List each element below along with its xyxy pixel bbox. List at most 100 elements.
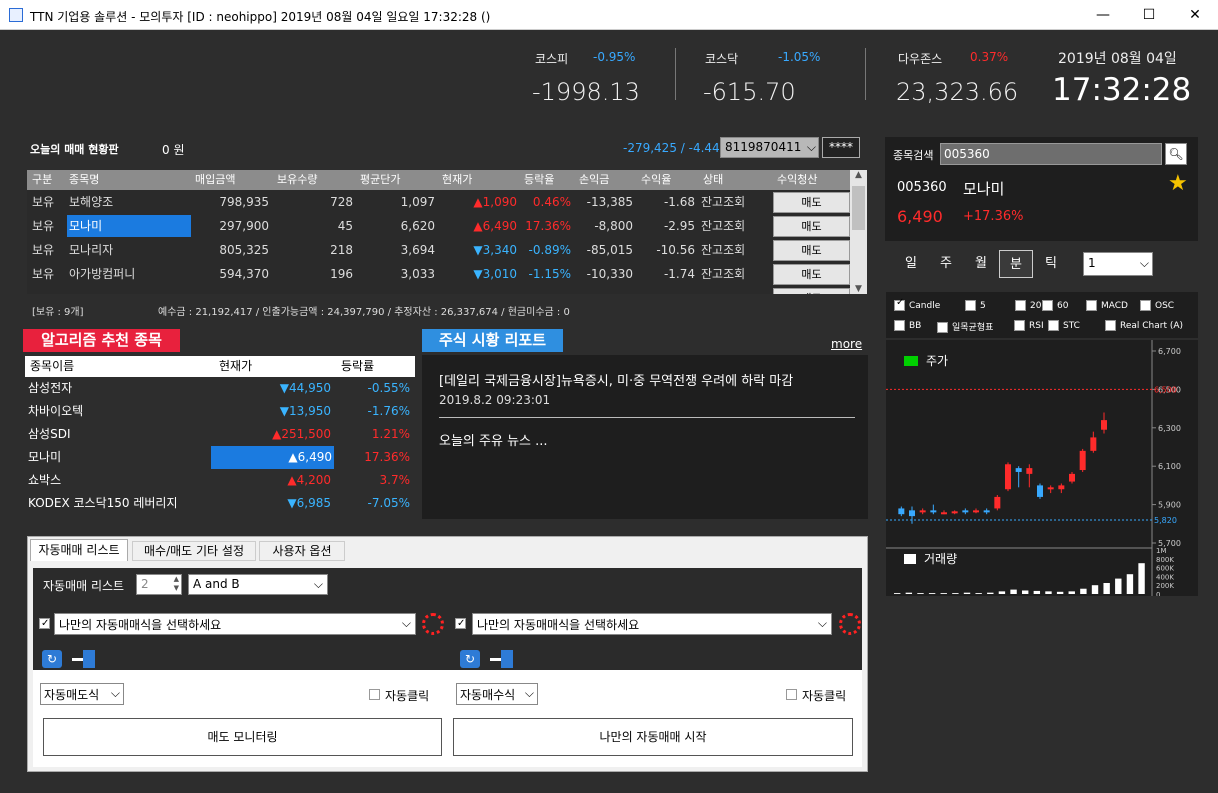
chevron-down-icon: ⌵	[1139, 256, 1149, 270]
gear-icon[interactable]	[422, 613, 444, 635]
indicator-checkbox[interactable]	[1140, 300, 1151, 311]
buy-mode-select[interactable]: 자동매수식 ⌵	[456, 683, 538, 705]
indicator-option[interactable]: Candle	[894, 300, 940, 311]
combine-select[interactable]: A and B ⌵	[188, 574, 328, 595]
refresh-icon[interactable]: ↻	[42, 650, 62, 668]
indicator-option[interactable]: 5	[965, 300, 986, 311]
report-headline[interactable]: [데일리 국제금융시장]뉴욕증시, 미·중 무역전쟁 우려에 하락 마감	[439, 370, 793, 389]
sell-monitoring-button[interactable]: 매도 모니터링	[43, 718, 442, 756]
indicator-checkbox[interactable]	[937, 322, 948, 333]
slider-handle[interactable]	[501, 650, 513, 668]
scroll-thumb[interactable]	[852, 186, 865, 230]
indicator-option[interactable]: STC	[1048, 320, 1080, 331]
kosdaq-change: -1.05%	[778, 50, 821, 64]
sell-mode-select[interactable]: 자동매도식 ⌵	[40, 683, 124, 705]
price-chart-svg[interactable]: 6,7006,5006,3006,1005,9005,7006,5005,820…	[886, 340, 1198, 599]
scroll-up-icon[interactable]: ▲	[850, 170, 867, 180]
account-select[interactable]: 8119870411 ⌵	[720, 137, 819, 158]
tab-user-options[interactable]: 사용자 옵션	[259, 541, 345, 561]
indicator-checkbox[interactable]	[1042, 300, 1053, 311]
interval-select[interactable]: 1 ⌵	[1083, 252, 1153, 276]
table-row[interactable]: 매도	[27, 286, 850, 294]
table-row[interactable]: 보유 모나리자 805,325 218 3,694 ▼3,340 -0.89% -85,015…	[27, 238, 850, 262]
account-summary: 예수금 : 21,192,417 / 인출가능금액 : 24,397,790 /…	[158, 307, 570, 318]
minimize-button[interactable]: —	[1080, 0, 1126, 30]
star-icon[interactable]: ★	[1168, 171, 1188, 196]
table-row[interactable]: 보유 보해양조 798,935 728 1,097 ▲1,090 0.46% -13,385 -…	[27, 190, 850, 214]
more-link[interactable]: more	[831, 337, 862, 351]
list-item[interactable]: 모나미 ▲6,490 17.36%	[25, 446, 415, 469]
indicator-label: BB	[909, 321, 922, 331]
period-tab[interactable]: 월	[964, 250, 998, 278]
indicator-option[interactable]: 60	[1042, 300, 1068, 311]
right-strategy-checkbox[interactable]	[455, 618, 466, 629]
close-button[interactable]: ✕	[1172, 0, 1218, 30]
indicator-checkbox[interactable]	[1015, 300, 1026, 311]
indicator-option[interactable]: RSI	[1014, 320, 1044, 331]
sell-button[interactable]: 매도	[773, 264, 850, 285]
count-stepper[interactable]: 2 ▲ ▼	[136, 574, 182, 595]
scroll-down-icon[interactable]: ▼	[850, 284, 867, 294]
tab-buy-sell-settings[interactable]: 매수/매도 기타 설정	[132, 541, 256, 561]
stepper-icon[interactable]: ▲ ▼	[174, 575, 179, 593]
indicator-checkbox[interactable]	[965, 300, 976, 311]
slider-handle[interactable]	[83, 650, 95, 668]
indicator-option[interactable]: 20	[1015, 300, 1041, 311]
period-tab[interactable]: 틱	[1034, 250, 1068, 278]
list-item[interactable]: 차바이오텍 ▼13,950 -1.76%	[25, 400, 415, 423]
kosdaq-value: -615.70	[703, 78, 796, 106]
right-strategy-select[interactable]: 나만의 자동매매식을 선택하세요 ⌵	[472, 613, 832, 635]
left-auto-click-checkbox[interactable]	[369, 689, 380, 700]
refresh-icon[interactable]: ↻	[460, 650, 480, 668]
stock-name: 모나미	[963, 180, 1005, 198]
board-title: 오늘의 매매 현황판	[30, 143, 119, 156]
indicator-checkbox[interactable]	[894, 320, 905, 331]
volume-bar	[998, 591, 1006, 594]
news-text[interactable]: 오늘의 주유 뉴스 ...	[439, 430, 548, 449]
indicator-checkbox[interactable]	[1048, 320, 1059, 331]
list-item[interactable]: KODEX 코스닥150 레버리지 ▼6,985 -7.05%	[25, 492, 415, 515]
algo-price: ▼44,950	[279, 381, 331, 395]
search-icon[interactable]: 🔍︎	[1165, 143, 1187, 165]
candle-body	[1015, 468, 1022, 472]
board-scrollbar[interactable]: ▲ ▼	[850, 170, 867, 294]
price-chart: 6,700 6,500 6,300 6,100 5,900 5,700 6,500 5,820…	[886, 340, 1198, 599]
table-row[interactable]: 보유 아가방컴퍼니 594,370 196 3,033 ▼3,010 -1.15% -10,3…	[27, 262, 850, 286]
password-field[interactable]: ****	[822, 137, 860, 158]
cell-buy: 798,935	[219, 195, 269, 209]
sell-button[interactable]: 매도	[773, 288, 850, 294]
left-strategy-checkbox[interactable]	[39, 618, 50, 629]
start-auto-trade-button[interactable]: 나만의 자동매매 시작	[453, 718, 853, 756]
sell-button[interactable]: 매도	[773, 216, 850, 237]
indicator-option[interactable]: BB	[894, 320, 921, 331]
sell-button[interactable]: 매도	[773, 192, 850, 213]
left-strategy-select[interactable]: 나만의 자동매매식을 선택하세요 ⌵	[54, 613, 416, 635]
period-tab[interactable]: 주	[929, 250, 963, 278]
cell-avg: 3,033	[400, 267, 435, 281]
indicator-checkbox[interactable]	[1086, 300, 1097, 311]
cell-status: 잔고조회	[701, 195, 746, 209]
auto-trade-panel: 자동매매 리스트 매수/매도 기타 설정 사용자 옵션 자동매매 리스트 2 ▲…	[27, 536, 868, 772]
indicator-option[interactable]: 일목균형표	[937, 320, 993, 333]
list-item[interactable]: 삼성SDI ▲251,500 1.21%	[25, 423, 415, 446]
indicator-option[interactable]: MACD	[1086, 300, 1128, 311]
indicator-option[interactable]: OSC	[1140, 300, 1174, 311]
cell-rate: -1.15%	[528, 267, 571, 281]
list-item[interactable]: 쇼박스 ▲4,200 3.7%	[25, 469, 415, 492]
maximize-button[interactable]: ☐	[1126, 0, 1172, 30]
indicator-checkbox[interactable]	[1105, 320, 1116, 331]
reference-label: 5,820	[1154, 516, 1177, 525]
stock-search-input[interactable]: 005360	[940, 143, 1162, 165]
period-tab[interactable]: 분	[999, 250, 1033, 278]
sell-button[interactable]: 매도	[773, 240, 850, 261]
indicator-option[interactable]: Real Chart (A)	[1105, 320, 1183, 331]
indicator-checkbox[interactable]	[1014, 320, 1025, 331]
table-row[interactable]: 보유 모나미 297,900 45 6,620 ▲6,490 17.36% -8,800 -2.…	[27, 214, 850, 238]
gear-icon[interactable]	[839, 613, 861, 635]
right-auto-click-checkbox[interactable]	[786, 689, 797, 700]
right-strategy-value: 나만의 자동매매식을 선택하세요	[477, 618, 640, 632]
indicator-checkbox[interactable]	[894, 300, 905, 311]
period-tab[interactable]: 일	[894, 250, 928, 278]
tab-auto-list[interactable]: 자동매매 리스트	[30, 539, 128, 561]
list-item[interactable]: 삼성전자 ▼44,950 -0.55%	[25, 377, 415, 400]
